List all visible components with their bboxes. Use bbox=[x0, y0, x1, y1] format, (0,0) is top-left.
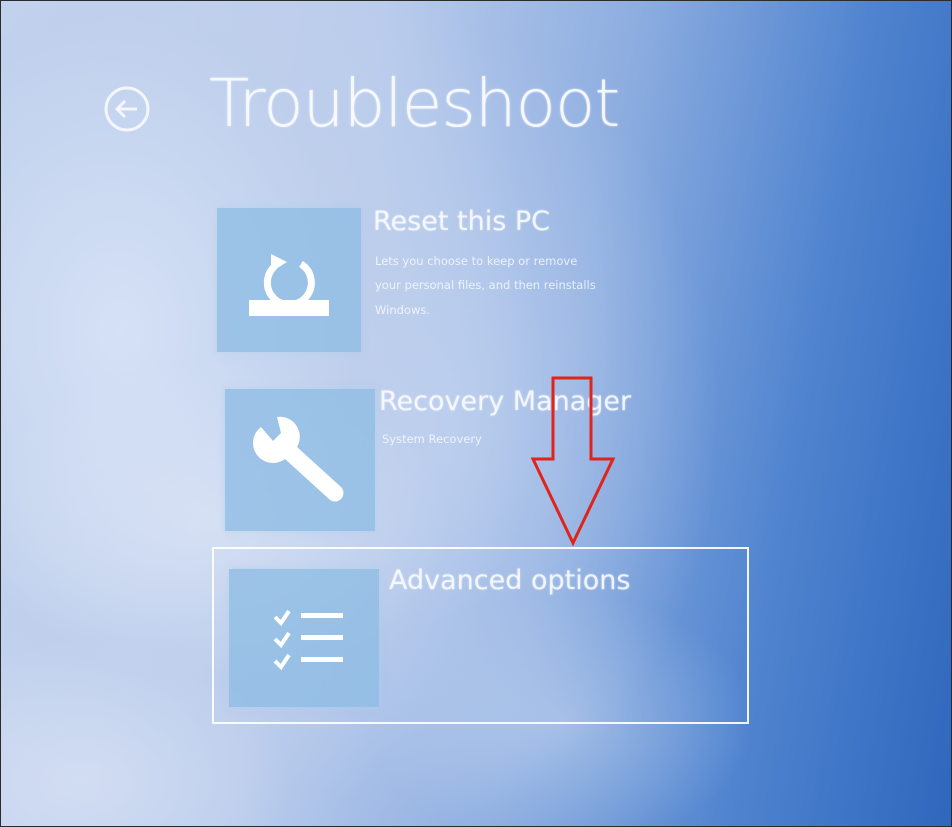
recovery-title: Recovery Manager bbox=[379, 386, 632, 417]
advanced-title: Advanced options bbox=[389, 565, 631, 596]
page-title: Troubleshoot bbox=[209, 65, 620, 142]
reset-tile bbox=[217, 208, 361, 352]
reset-pc-icon bbox=[249, 254, 329, 316]
recovery-manager-option[interactable]: Recovery Manager System Recovery bbox=[225, 386, 725, 536]
troubleshoot-screen: Troubleshoot Reset this PC Lets you choo… bbox=[0, 0, 952, 827]
wrench-icon bbox=[253, 416, 344, 502]
reset-this-pc-option[interactable]: Reset this PC Lets you choose to keep or… bbox=[217, 206, 717, 356]
reset-description-line-2: your personal files, and then reinstalls bbox=[375, 278, 596, 292]
advanced-tile bbox=[229, 569, 379, 707]
checklist-icon bbox=[273, 609, 343, 671]
recovery-description: System Recovery bbox=[382, 432, 482, 446]
back-arrow-circle-icon bbox=[104, 86, 150, 132]
reset-description-line-3: Windows. bbox=[375, 303, 430, 317]
back-button[interactable] bbox=[101, 83, 153, 135]
advanced-options-option[interactable]: Advanced options bbox=[229, 564, 729, 714]
reset-title: Reset this PC bbox=[373, 206, 550, 237]
reset-description-line-1: Lets you choose to keep or remove bbox=[375, 254, 578, 268]
recovery-tile bbox=[225, 389, 375, 531]
